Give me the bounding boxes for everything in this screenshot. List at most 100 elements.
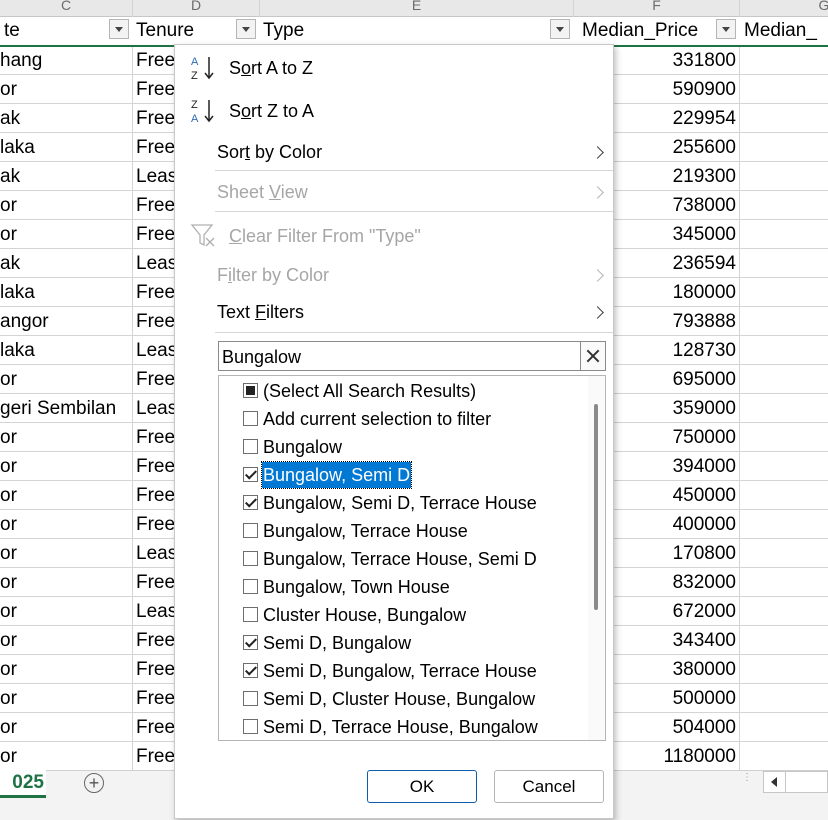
column-header-g[interactable]: G bbox=[740, 0, 828, 17]
checkbox-icon[interactable] bbox=[243, 383, 258, 398]
cell-state[interactable]: or bbox=[0, 452, 130, 481]
search-input[interactable] bbox=[219, 342, 584, 372]
header-median-next: Median_ bbox=[744, 20, 817, 41]
checkbox-icon[interactable] bbox=[243, 579, 258, 594]
filter-item-label: (Select All Search Results) bbox=[263, 381, 477, 401]
clear-filter[interactable]: Clear Filter From "Type" bbox=[175, 221, 613, 251]
submenu-chevron-icon bbox=[591, 146, 604, 159]
menu-separator bbox=[215, 332, 613, 333]
checkbox-icon[interactable] bbox=[243, 635, 258, 650]
cell-state[interactable]: laka bbox=[0, 133, 130, 162]
filter-dropdown-type[interactable] bbox=[550, 19, 570, 39]
cell-state[interactable]: hang bbox=[0, 46, 130, 75]
sort-descending-icon: Z A bbox=[191, 99, 214, 125]
scroll-left-icon[interactable] bbox=[764, 772, 786, 792]
filter-by-color[interactable]: Filter by Color bbox=[175, 262, 613, 290]
submenu-chevron-icon bbox=[591, 306, 604, 319]
filter-values-list[interactable]: (Select All Search Results) Add current s… bbox=[218, 375, 606, 741]
filter-item-label: Cluster House, Bungalow bbox=[263, 605, 467, 625]
sort-ascending-icon: A Z bbox=[191, 56, 214, 82]
checkbox-icon[interactable] bbox=[243, 691, 258, 706]
cell-state[interactable]: or bbox=[0, 191, 130, 220]
header-tenure: Tenure bbox=[136, 20, 195, 41]
tab-split-handle[interactable]: ⋮ bbox=[742, 773, 752, 793]
autofilter-menu: A Z Sort A to Z Z A Sort Z to A Sort by … bbox=[174, 44, 614, 819]
filter-search-box bbox=[218, 341, 606, 372]
filter-item-label: Semi D, Cluster House, Bungalow bbox=[263, 689, 536, 709]
sort-by-color[interactable]: Sort by Color bbox=[175, 139, 613, 167]
sort-a-to-z[interactable]: A Z Sort A to Z bbox=[175, 53, 613, 83]
cell-state[interactable]: or bbox=[0, 539, 130, 568]
text-filters[interactable]: Text Filters bbox=[175, 299, 613, 327]
cancel-button[interactable]: Cancel bbox=[494, 770, 604, 803]
scrollbar-thumb[interactable] bbox=[594, 404, 598, 610]
checkbox-icon[interactable] bbox=[243, 467, 258, 482]
checkbox-icon[interactable] bbox=[243, 663, 258, 678]
filter-item-label: Bungalow, Town House bbox=[263, 577, 450, 597]
cell-state[interactable]: or bbox=[0, 481, 130, 510]
ok-button[interactable]: OK bbox=[367, 770, 477, 803]
filter-item-label: Bungalow, Semi D, Terrace House bbox=[263, 493, 537, 513]
cell-state[interactable]: laka bbox=[0, 336, 130, 365]
filter-dropdown-tenure[interactable] bbox=[236, 19, 256, 39]
clear-search-icon[interactable] bbox=[580, 342, 605, 370]
header-median-price: Median_Price bbox=[582, 20, 699, 41]
column-header-c[interactable]: C bbox=[0, 0, 132, 17]
sort-z-to-a[interactable]: Z A Sort Z to A bbox=[175, 96, 613, 126]
filter-dropdown-state[interactable] bbox=[109, 19, 129, 39]
cell-state[interactable]: or bbox=[0, 365, 130, 394]
filter-item-label: Bungalow, Semi D bbox=[260, 461, 413, 489]
checkbox-icon[interactable] bbox=[243, 607, 258, 622]
cell-state[interactable]: or bbox=[0, 713, 130, 742]
cell-state[interactable]: or bbox=[0, 684, 130, 713]
header-type: Type bbox=[263, 20, 305, 41]
cell-state[interactable]: or bbox=[0, 655, 130, 684]
cell-state[interactable]: or bbox=[0, 75, 130, 104]
menu-separator bbox=[215, 211, 613, 212]
cell-state[interactable]: or bbox=[0, 423, 130, 452]
submenu-chevron-icon bbox=[591, 269, 604, 282]
cell-state[interactable]: angor bbox=[0, 307, 130, 336]
horizontal-scrollbar[interactable] bbox=[763, 771, 828, 793]
checkbox-icon[interactable] bbox=[243, 551, 258, 566]
cell-state[interactable]: or bbox=[0, 568, 130, 597]
svg-text:Z: Z bbox=[191, 99, 198, 111]
checkbox-icon[interactable] bbox=[243, 523, 258, 538]
filter-item-label: Bungalow bbox=[263, 437, 343, 457]
svg-text:A: A bbox=[191, 113, 199, 125]
cell-state[interactable]: or bbox=[0, 597, 130, 626]
filter-item-label: Bungalow, Terrace House bbox=[263, 521, 468, 541]
checkbox-icon[interactable] bbox=[243, 719, 258, 734]
sheet-view[interactable]: Sheet View bbox=[175, 179, 613, 207]
svg-text:Z: Z bbox=[191, 70, 198, 82]
cell-state[interactable]: or bbox=[0, 220, 130, 249]
cell-state[interactable]: ak bbox=[0, 162, 130, 191]
column-header-e[interactable]: E bbox=[260, 0, 573, 17]
checkbox-icon[interactable] bbox=[243, 439, 258, 454]
column-header-f[interactable]: F bbox=[574, 0, 739, 17]
checkbox-icon[interactable] bbox=[243, 411, 258, 426]
list-vertical-scrollbar[interactable] bbox=[588, 376, 605, 740]
column-header-d[interactable]: D bbox=[133, 0, 259, 17]
checkbox-icon[interactable] bbox=[243, 495, 258, 510]
add-sheet-icon[interactable]: + bbox=[84, 773, 104, 793]
filter-item-label: Bungalow, Terrace House, Semi D bbox=[263, 549, 537, 569]
svg-text:A: A bbox=[191, 56, 199, 68]
filter-item-label: Add current selection to filter bbox=[263, 409, 492, 429]
cell-state[interactable]: or bbox=[0, 510, 130, 539]
cell-state[interactable]: or bbox=[0, 742, 130, 770]
menu-separator bbox=[215, 170, 613, 171]
clear-filter-icon bbox=[190, 224, 215, 247]
filter-dropdown-median-price[interactable] bbox=[716, 19, 736, 39]
cell-state[interactable]: ak bbox=[0, 249, 130, 278]
filter-item-label: Semi D, Bungalow bbox=[263, 633, 412, 653]
cell-state[interactable]: laka bbox=[0, 278, 130, 307]
cell-state[interactable]: geri Sembilan bbox=[0, 394, 130, 423]
submenu-chevron-icon bbox=[591, 186, 604, 199]
filter-item-label: Semi D, Terrace House, Bungalow bbox=[263, 717, 538, 737]
sheet-tab-active[interactable]: 025 bbox=[0, 770, 46, 798]
cell-state[interactable]: ak bbox=[0, 104, 130, 133]
header-state: te bbox=[4, 20, 20, 41]
cell-state[interactable]: or bbox=[0, 626, 130, 655]
filter-item-label: Semi D, Bungalow, Terrace House bbox=[263, 661, 537, 681]
